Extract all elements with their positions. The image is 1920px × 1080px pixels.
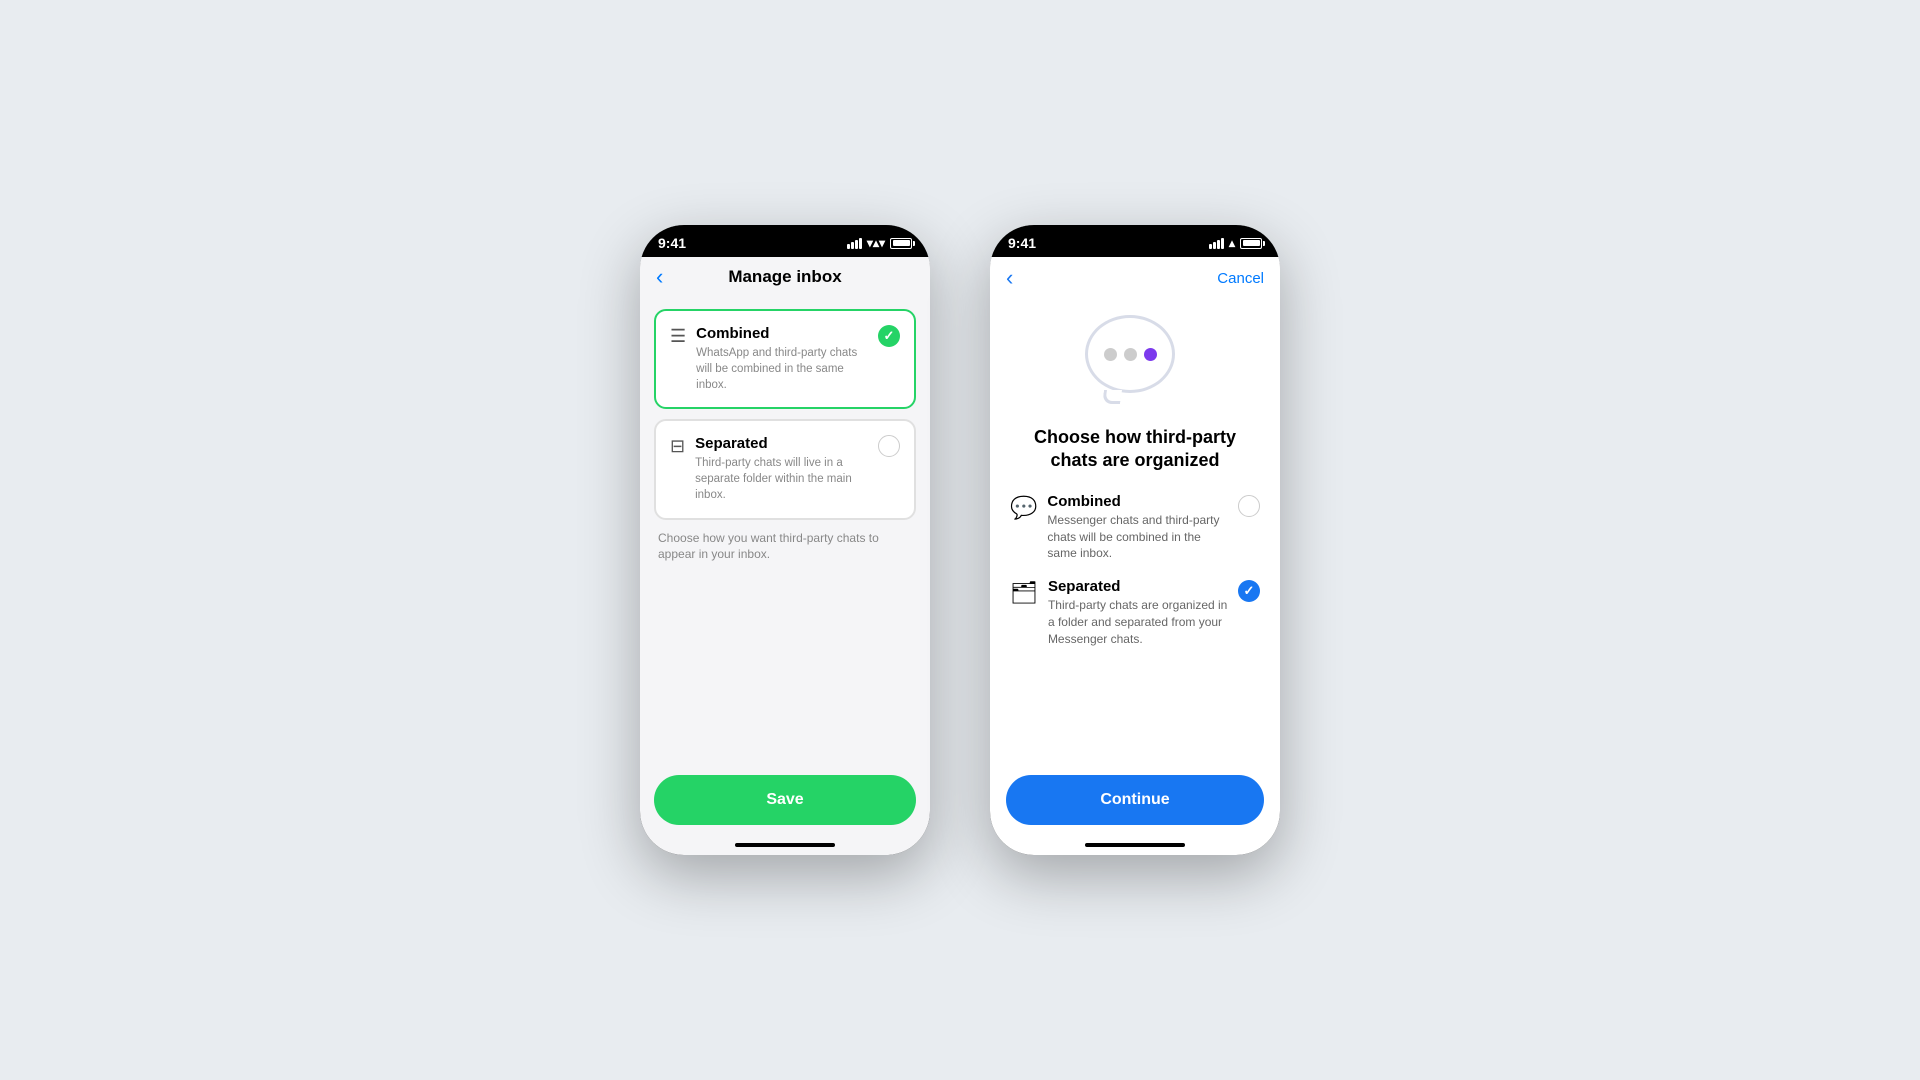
left-home-indicator bbox=[735, 843, 835, 847]
bubble-dot-2 bbox=[1124, 348, 1137, 361]
right-signal-bars-icon bbox=[1209, 238, 1224, 249]
wifi-icon: ▾▴▾ bbox=[867, 236, 885, 250]
right-separated-title: Separated bbox=[1048, 578, 1228, 595]
bubble-dot-3 bbox=[1144, 348, 1157, 361]
separated-option-card[interactable]: ⊟ Separated Third-party chats will live … bbox=[654, 419, 916, 519]
separated-option-title: Separated bbox=[695, 435, 868, 452]
right-wifi-icon: ▴ bbox=[1229, 236, 1235, 250]
right-battery-icon bbox=[1240, 238, 1262, 249]
right-combined-title: Combined bbox=[1047, 493, 1228, 510]
combined-option-title: Combined bbox=[696, 325, 868, 342]
right-separated-radio bbox=[1238, 580, 1260, 602]
right-separated-desc: Third-party chats are organized in a fol… bbox=[1048, 597, 1228, 647]
right-combined-option[interactable]: 💬 Combined Messenger chats and third-par… bbox=[1010, 493, 1260, 562]
right-status-bar: 9:41 ▴ bbox=[990, 225, 1280, 257]
phones-container: 9:41 ▾▴▾ ‹ Manage inbox bbox=[640, 225, 1280, 855]
combined-option-desc: WhatsApp and third-party chats will be c… bbox=[696, 345, 868, 393]
right-home-indicator bbox=[1085, 843, 1185, 847]
separated-option-desc: Third-party chats will live in a separat… bbox=[695, 455, 868, 503]
right-phone: 9:41 ▴ ‹ Cancel bbox=[990, 225, 1280, 855]
left-content-area: ☰ Combined WhatsApp and third-party chat… bbox=[640, 297, 930, 775]
left-helper-text: Choose how you want third-party chats to… bbox=[654, 530, 916, 564]
right-nav-bar: ‹ Cancel bbox=[990, 257, 1280, 299]
bubble-dots bbox=[1104, 348, 1157, 361]
bubble-dot-1 bbox=[1104, 348, 1117, 361]
right-modal-title: Choose how third-party chats are organiz… bbox=[1010, 426, 1260, 473]
right-status-icons: ▴ bbox=[1209, 236, 1262, 250]
right-combined-radio bbox=[1238, 495, 1260, 517]
left-time: 9:41 bbox=[658, 235, 686, 251]
signal-bars-icon bbox=[847, 238, 862, 249]
combined-option-card[interactable]: ☰ Combined WhatsApp and third-party chat… bbox=[654, 309, 916, 409]
separated-option-icon: ⊟ bbox=[670, 436, 685, 457]
left-nav-title: Manage inbox bbox=[728, 267, 841, 287]
right-back-button[interactable]: ‹ bbox=[1006, 267, 1013, 289]
battery-icon bbox=[890, 238, 912, 249]
separated-option-text: Separated Third-party chats will live in… bbox=[695, 435, 868, 503]
right-separated-icon: 🗂 bbox=[1010, 580, 1038, 606]
right-separated-option[interactable]: 🗂 Separated Third-party chats are organi… bbox=[1010, 578, 1260, 647]
right-combined-text: Combined Messenger chats and third-party… bbox=[1047, 493, 1228, 562]
right-separated-text: Separated Third-party chats are organize… bbox=[1048, 578, 1228, 647]
bubble-tail bbox=[1102, 390, 1122, 404]
chat-bubble-illustration bbox=[1085, 315, 1185, 410]
left-status-icons: ▾▴▾ bbox=[847, 236, 912, 250]
right-combined-icon: 💬 bbox=[1010, 495, 1037, 521]
left-nav-bar: ‹ Manage inbox bbox=[640, 257, 930, 297]
combined-option-icon: ☰ bbox=[670, 326, 686, 347]
left-phone: 9:41 ▾▴▾ ‹ Manage inbox bbox=[640, 225, 930, 855]
combined-option-text: Combined WhatsApp and third-party chats … bbox=[696, 325, 868, 393]
combined-check-icon bbox=[878, 325, 900, 347]
save-button[interactable]: Save bbox=[654, 775, 916, 825]
right-cancel-button[interactable]: Cancel bbox=[1217, 270, 1264, 287]
right-combined-desc: Messenger chats and third-party chats wi… bbox=[1047, 512, 1228, 562]
left-status-bar: 9:41 ▾▴▾ bbox=[640, 225, 930, 257]
separated-radio-icon bbox=[878, 435, 900, 457]
right-content-area: Choose how third-party chats are organiz… bbox=[990, 299, 1280, 775]
continue-button[interactable]: Continue bbox=[1006, 775, 1264, 825]
left-back-button[interactable]: ‹ bbox=[656, 266, 663, 288]
bubble-outer bbox=[1085, 315, 1175, 393]
right-time: 9:41 bbox=[1008, 235, 1036, 251]
